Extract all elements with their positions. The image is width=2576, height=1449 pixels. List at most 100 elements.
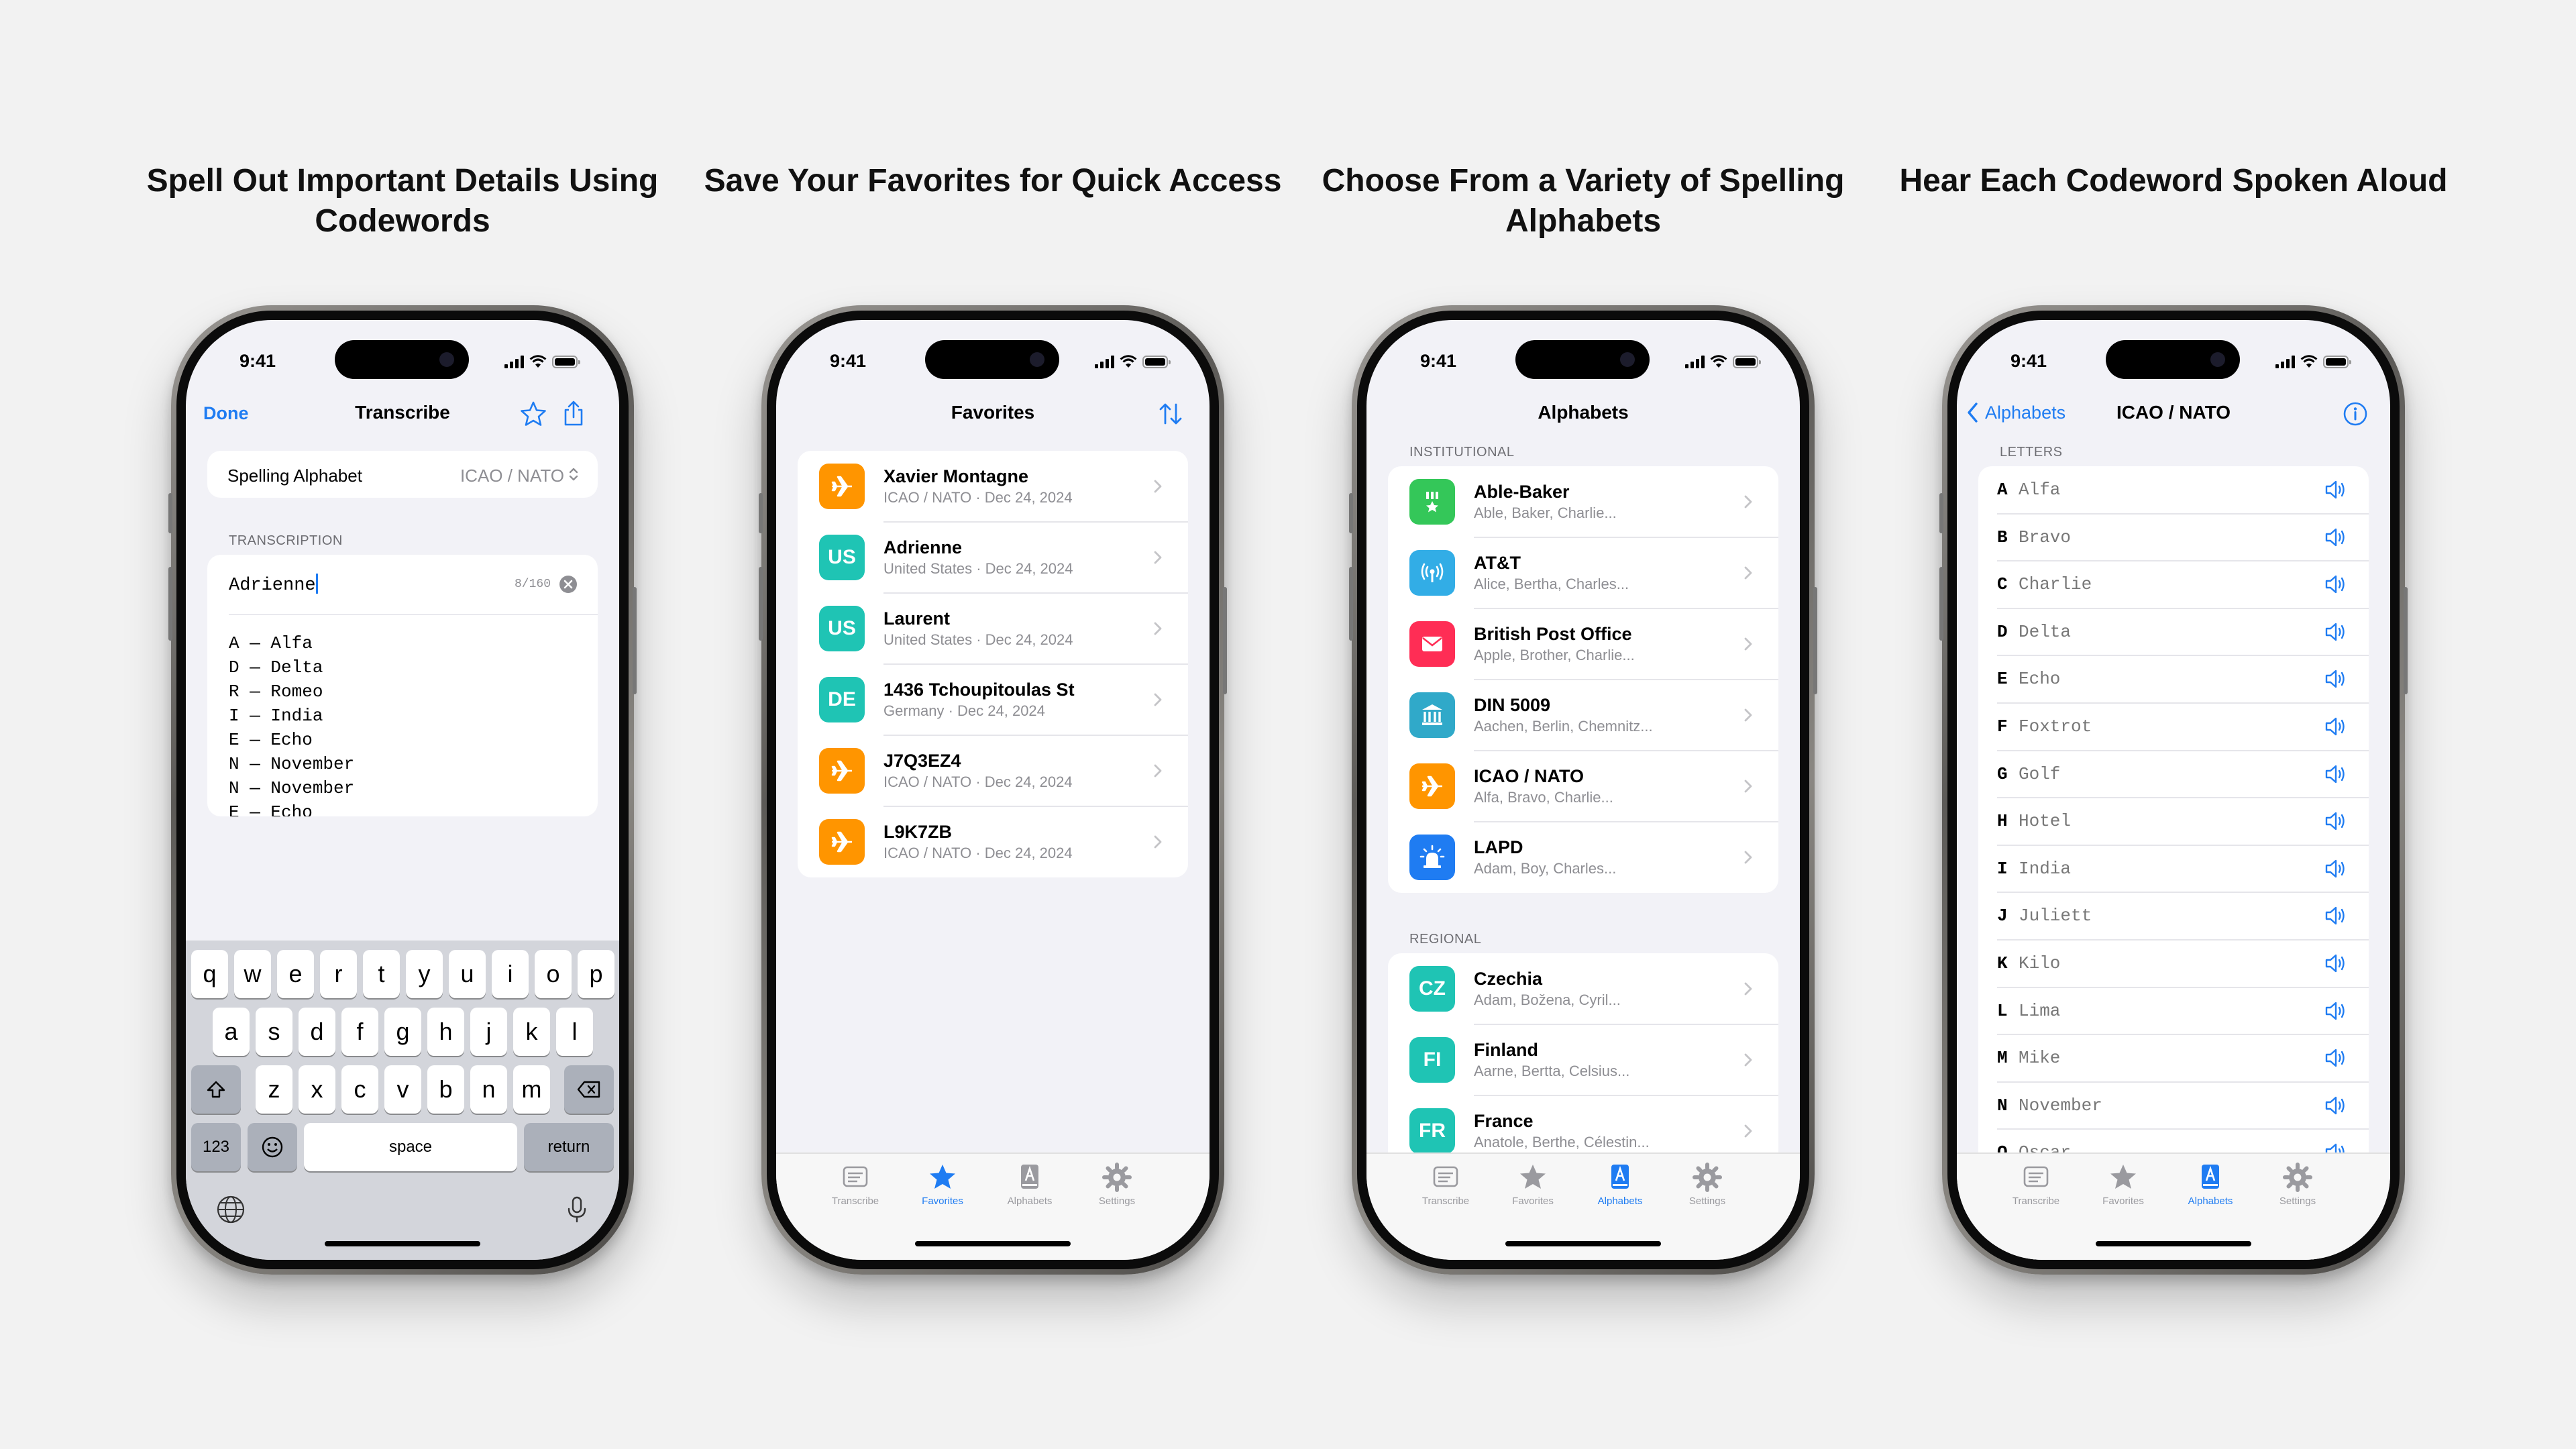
key-g[interactable]: g bbox=[384, 1008, 421, 1056]
speaker-icon[interactable] bbox=[2324, 716, 2349, 737]
key-e[interactable]: e bbox=[277, 950, 314, 998]
letter-row[interactable]: E Echo bbox=[1978, 655, 2369, 704]
wifi-icon bbox=[2300, 355, 2318, 368]
speaker-icon[interactable] bbox=[2324, 859, 2349, 879]
tab-transcribe[interactable]: Transcribe bbox=[1992, 1162, 2080, 1207]
return-key[interactable]: return bbox=[524, 1123, 614, 1171]
letter-row[interactable]: G Golf bbox=[1978, 751, 2369, 799]
letter-row[interactable]: C Charlie bbox=[1978, 561, 2369, 609]
key-s[interactable]: s bbox=[256, 1008, 292, 1056]
speaker-icon[interactable] bbox=[2324, 953, 2349, 973]
key-l[interactable]: l bbox=[556, 1008, 593, 1056]
letter-row[interactable]: D Delta bbox=[1978, 608, 2369, 657]
list-item[interactable]: Xavier Montagne ICAO / NATO · Dec 24, 20… bbox=[798, 451, 1188, 523]
key-x[interactable]: x bbox=[299, 1065, 335, 1114]
key-o[interactable]: o bbox=[535, 950, 572, 998]
key-j[interactable]: j bbox=[470, 1008, 507, 1056]
list-item[interactable]: ICAO / NATO Alfa, Bravo, Charlie... bbox=[1388, 751, 1778, 822]
speaker-icon[interactable] bbox=[2324, 669, 2349, 689]
speaker-icon[interactable] bbox=[2324, 480, 2349, 500]
letter-row[interactable]: N November bbox=[1978, 1082, 2369, 1130]
list-item[interactable]: British Post Office Apple, Brother, Char… bbox=[1388, 608, 1778, 680]
key-m[interactable]: m bbox=[513, 1065, 550, 1114]
speaker-icon[interactable] bbox=[2324, 811, 2349, 831]
tab-settings[interactable]: Settings bbox=[1073, 1162, 1161, 1207]
key-t[interactable]: t bbox=[363, 950, 400, 998]
tab-favorites[interactable]: Favorites bbox=[899, 1162, 986, 1207]
clear-icon[interactable] bbox=[559, 575, 578, 594]
numbers-key[interactable]: 123 bbox=[191, 1123, 241, 1171]
key-f[interactable]: f bbox=[341, 1008, 378, 1056]
list-item[interactable]: US Laurent United States · Dec 24, 2024 bbox=[798, 593, 1188, 665]
letter-row[interactable]: B Bravo bbox=[1978, 514, 2369, 562]
info-icon[interactable] bbox=[2341, 399, 2370, 429]
tab-favorites[interactable]: Favorites bbox=[2080, 1162, 2167, 1207]
key-w[interactable]: w bbox=[234, 950, 271, 998]
speaker-icon[interactable] bbox=[2324, 906, 2349, 926]
transcription-input[interactable]: Adrienne bbox=[229, 574, 318, 596]
letter-row[interactable]: A Alfa bbox=[1978, 466, 2369, 515]
globe-icon[interactable] bbox=[215, 1194, 246, 1225]
delete-key[interactable] bbox=[564, 1065, 614, 1114]
tab-favorites[interactable]: Favorites bbox=[1489, 1162, 1576, 1207]
key-h[interactable]: h bbox=[427, 1008, 464, 1056]
sort-icon[interactable] bbox=[1156, 399, 1185, 429]
speaker-icon[interactable] bbox=[2324, 527, 2349, 547]
key-b[interactable]: b bbox=[427, 1065, 464, 1114]
letter-row[interactable]: J Juliett bbox=[1978, 892, 2369, 941]
shift-key[interactable] bbox=[191, 1065, 241, 1114]
key-k[interactable]: k bbox=[513, 1008, 550, 1056]
speaker-icon[interactable] bbox=[2324, 574, 2349, 594]
space-key[interactable]: space bbox=[304, 1123, 517, 1171]
list-item[interactable]: DE 1436 Tchoupitoulas St Germany · Dec 2… bbox=[798, 664, 1188, 736]
microphone-icon[interactable] bbox=[561, 1194, 592, 1225]
speaker-icon[interactable] bbox=[2324, 1001, 2349, 1021]
headline-transcribe: Spell Out Important Details Using Codewo… bbox=[146, 163, 659, 239]
key-n[interactable]: n bbox=[470, 1065, 507, 1114]
tab-alphabets[interactable]: Alphabets bbox=[2167, 1162, 2254, 1207]
letter-row[interactable]: L Lima bbox=[1978, 987, 2369, 1036]
emoji-key[interactable] bbox=[248, 1123, 297, 1171]
letter-row[interactable]: M Mike bbox=[1978, 1034, 2369, 1083]
speaker-icon[interactable] bbox=[2324, 764, 2349, 784]
key-u[interactable]: u bbox=[449, 950, 486, 998]
key-i[interactable]: i bbox=[492, 950, 529, 998]
list-item[interactable]: US Adrienne United States · Dec 24, 2024 bbox=[798, 522, 1188, 594]
list-item[interactable]: AT&T Alice, Bertha, Charles... bbox=[1388, 537, 1778, 609]
tab-alphabets[interactable]: Alphabets bbox=[986, 1162, 1073, 1207]
speaker-icon[interactable] bbox=[2324, 1048, 2349, 1068]
key-d[interactable]: d bbox=[299, 1008, 335, 1056]
speaker-icon[interactable] bbox=[2324, 622, 2349, 642]
key-q[interactable]: q bbox=[191, 950, 228, 998]
key-y[interactable]: y bbox=[406, 950, 443, 998]
list-item[interactable]: FI Finland Aarne, Bertta, Celsius... bbox=[1388, 1024, 1778, 1096]
key-a[interactable]: a bbox=[213, 1008, 250, 1056]
letter-row[interactable]: I India bbox=[1978, 845, 2369, 894]
key-z[interactable]: z bbox=[256, 1065, 292, 1114]
list-item[interactable]: LAPD Adam, Boy, Charles... bbox=[1388, 822, 1778, 893]
tab-settings[interactable]: Settings bbox=[1664, 1162, 1751, 1207]
tab-settings[interactable]: Settings bbox=[2254, 1162, 2341, 1207]
tab-transcribe[interactable]: Transcribe bbox=[1402, 1162, 1489, 1207]
list-item[interactable]: L9K7ZB ICAO / NATO · Dec 24, 2024 bbox=[798, 806, 1188, 877]
list-item[interactable]: Able-Baker Able, Baker, Charlie... bbox=[1388, 466, 1778, 538]
key-r[interactable]: r bbox=[320, 950, 357, 998]
tab-transcribe[interactable]: Transcribe bbox=[812, 1162, 899, 1207]
key-c[interactable]: c bbox=[341, 1065, 378, 1114]
speaker-icon[interactable] bbox=[2324, 1095, 2349, 1116]
key-p[interactable]: p bbox=[578, 950, 614, 998]
section-transcription: TRANSCRIPTION bbox=[229, 533, 343, 548]
chevron-right-icon bbox=[1154, 693, 1162, 706]
letter-row[interactable]: K Kilo bbox=[1978, 940, 2369, 988]
tab-alphabets[interactable]: Alphabets bbox=[1576, 1162, 1664, 1207]
alphabet-picker[interactable]: Spelling Alphabet ICAO / NATO bbox=[207, 451, 598, 498]
list-item[interactable]: CZ Czechia Adam, Božena, Cyril... bbox=[1388, 953, 1778, 1025]
share-icon[interactable] bbox=[559, 399, 588, 429]
list-item[interactable]: J7Q3EZ4 ICAO / NATO · Dec 24, 2024 bbox=[798, 735, 1188, 807]
nav-title: Transcribe bbox=[355, 402, 450, 423]
letter-row[interactable]: F Foxtrot bbox=[1978, 703, 2369, 751]
star-icon[interactable] bbox=[519, 399, 548, 429]
letter-row[interactable]: H Hotel bbox=[1978, 798, 2369, 846]
list-item[interactable]: DIN 5009 Aachen, Berlin, Chemnitz... bbox=[1388, 680, 1778, 751]
key-v[interactable]: v bbox=[384, 1065, 421, 1114]
